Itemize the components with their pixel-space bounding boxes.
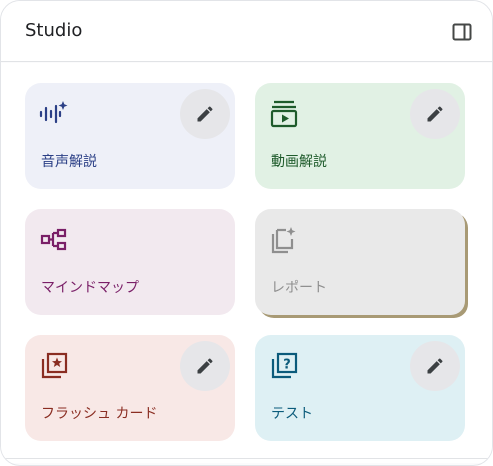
svg-text:?: ? xyxy=(283,358,291,373)
audio-overview-label: 音声解説 xyxy=(41,154,97,170)
pencil-icon xyxy=(197,358,213,374)
audio-overview-edit-button[interactable] xyxy=(180,89,230,139)
studio-panel: Studio 音声解説 動画解説 マインドマップ レポート フラッシュ カード … xyxy=(0,0,493,466)
flashcards-edit-button[interactable] xyxy=(180,341,230,391)
pencil-icon xyxy=(197,106,213,122)
panel-title: Studio xyxy=(25,20,83,41)
audio-waveform-sparkle-icon xyxy=(39,99,69,129)
mind-map-icon xyxy=(39,225,69,255)
quiz-edit-button[interactable] xyxy=(410,341,460,391)
mind-map-card[interactable]: マインドマップ xyxy=(25,209,235,315)
flashcards-card[interactable]: フラッシュ カード xyxy=(25,335,235,441)
audio-overview-card[interactable]: 音声解説 xyxy=(25,83,235,189)
bottom-divider xyxy=(1,458,492,459)
quiz-label: テスト xyxy=(271,406,313,422)
pencil-icon xyxy=(427,106,443,122)
pencil-icon xyxy=(427,358,443,374)
video-overview-card[interactable]: 動画解説 xyxy=(255,83,465,189)
flashcards-star-icon xyxy=(39,351,69,381)
quiz-question-icon: ? xyxy=(269,351,299,381)
quiz-card[interactable]: ? テスト xyxy=(255,335,465,441)
video-library-icon xyxy=(269,99,299,129)
report-sparkle-icon xyxy=(269,225,299,255)
mind-map-label: マインドマップ xyxy=(41,280,139,296)
video-overview-edit-button[interactable] xyxy=(410,89,460,139)
studio-content: 音声解説 動画解説 マインドマップ レポート フラッシュ カード ? テスト xyxy=(1,63,492,463)
report-card[interactable]: レポート xyxy=(255,209,465,315)
video-overview-label: 動画解説 xyxy=(271,154,327,170)
flashcards-label: フラッシュ カード xyxy=(41,406,158,422)
report-label: レポート xyxy=(271,280,327,296)
side-panel-toggle-icon[interactable] xyxy=(450,20,474,44)
studio-header: Studio xyxy=(1,1,492,62)
